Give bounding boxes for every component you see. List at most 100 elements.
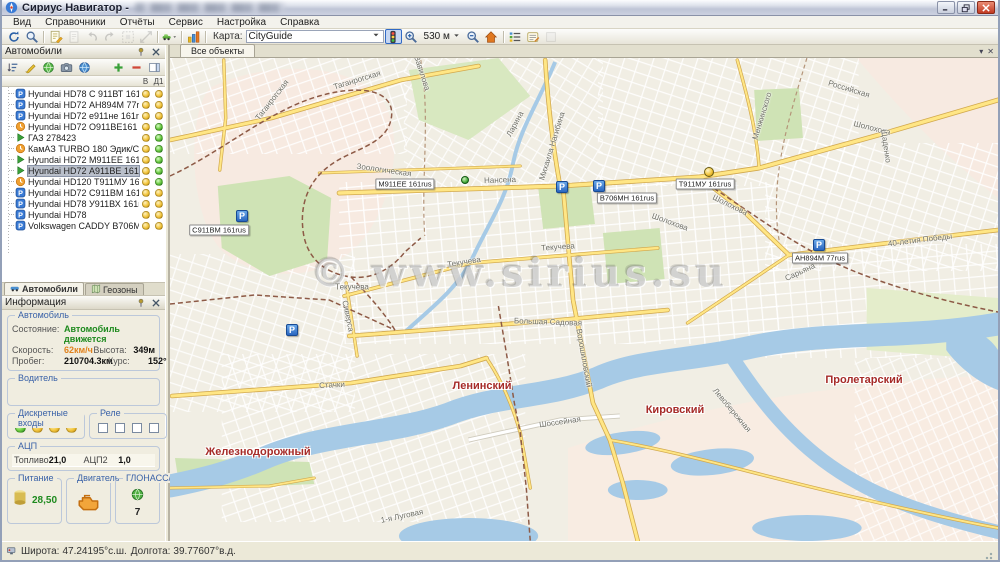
- map-canvas[interactable]: © www.sirius.su ТаганрогскаяТаганрогская…: [170, 58, 998, 541]
- vehicle-row[interactable]: PHyundai HD72 АН894М 77rus: [2, 99, 165, 110]
- close-button[interactable]: [977, 1, 995, 14]
- chevron-down-icon: [371, 30, 381, 43]
- vehicle-row[interactable]: PVolkswagen CADDY В706МН 161rus: [2, 220, 165, 231]
- traffic-light-icon[interactable]: [385, 29, 402, 44]
- pin-icon[interactable]: [135, 297, 147, 308]
- relay-checkbox[interactable]: [115, 423, 125, 433]
- vehicles-panel-title: Автомобили: [5, 46, 62, 57]
- vehicle-state-moving-icon: [15, 132, 26, 143]
- menu-item-сервис[interactable]: Сервис: [162, 17, 210, 28]
- parking-marker-icon[interactable]: P: [556, 181, 568, 193]
- status-dot-v: [142, 112, 150, 120]
- map-source-combobox[interactable]: CityGuide: [246, 30, 384, 43]
- group-title: Питание: [15, 473, 57, 483]
- add-icon[interactable]: [110, 60, 127, 75]
- home-icon[interactable]: [483, 29, 500, 44]
- column-header-v: В: [139, 77, 152, 86]
- speed-label: Скорость:: [12, 345, 64, 355]
- legend-icon[interactable]: [507, 29, 524, 44]
- vehicle-row[interactable]: PHyundai HD78: [2, 209, 165, 220]
- vehicles-column-headers: В Д1: [2, 76, 165, 87]
- minimize-button[interactable]: [937, 1, 955, 14]
- vehicle-row[interactable]: Hyundai HD72 А911ВЕ 161rus: [2, 165, 165, 176]
- vehicle-row[interactable]: ГАЗ 278423: [2, 132, 165, 143]
- status-dot-v: [142, 123, 150, 131]
- engine-icon: [76, 491, 102, 516]
- page-edit-icon[interactable]: [47, 29, 64, 44]
- relay-checkbox[interactable]: [98, 423, 108, 433]
- parking-marker-icon[interactable]: P: [593, 180, 605, 192]
- info-panel-header: Информация: [2, 296, 165, 310]
- search-icon[interactable]: [23, 29, 40, 44]
- remove-icon[interactable]: [128, 60, 145, 75]
- tab-dropdown-icon[interactable]: ▾: [979, 48, 983, 56]
- info-panel: Информация Автомобиль Состояние:Автомоби…: [2, 296, 165, 541]
- status-dot-d1: [155, 156, 163, 164]
- globe-blue-icon[interactable]: [76, 60, 93, 75]
- svg-text:P: P: [18, 111, 23, 120]
- menu-item-отчёты[interactable]: Отчёты: [113, 17, 162, 28]
- zoom-out-icon[interactable]: [465, 29, 482, 44]
- vehicle-marker-yellow-icon[interactable]: [704, 167, 714, 177]
- svg-text:P: P: [18, 210, 23, 219]
- parking-marker-icon[interactable]: P: [236, 210, 248, 222]
- left-dock-tabs: АвтомобилиГеозоны: [2, 283, 165, 296]
- status-dot-v: [142, 145, 150, 153]
- notes-icon[interactable]: [525, 29, 542, 44]
- vehicle-row[interactable]: КамАЗ TURBO 180 Эдик/С911ЕС 61rus: [2, 143, 165, 154]
- vehicle-row[interactable]: PHyundai HD72 е911не 161rus: [2, 110, 165, 121]
- camera-icon[interactable]: [58, 60, 75, 75]
- car-icon[interactable]: [161, 29, 178, 44]
- group-title: АЦП: [15, 441, 40, 451]
- close-panel-icon[interactable]: [150, 46, 162, 57]
- group-title: Автомобиль: [15, 310, 72, 320]
- altitude-value: 349м: [133, 345, 155, 355]
- latitude-label: Широта:: [21, 546, 59, 557]
- menu-item-справка[interactable]: Справка: [273, 17, 326, 28]
- menu-item-вид[interactable]: Вид: [6, 17, 38, 28]
- tree-branch: [9, 126, 14, 127]
- status-dot-d1: [155, 134, 163, 142]
- dock-tab-active[interactable]: Автомобили: [4, 282, 84, 295]
- titlebar: Сириус Навигатор -: [2, 0, 998, 16]
- map-tab-all-objects[interactable]: Все объекты: [180, 44, 255, 57]
- tree-branch: [9, 104, 14, 105]
- vehicle-list[interactable]: PHyundai HD78 С 911ВТ 161rusPHyundai HD7…: [2, 87, 165, 282]
- tab-close-icon[interactable]: ✕: [987, 48, 994, 56]
- vehicle-row[interactable]: Hyundai HD72 М911ЕЕ 161rus: [2, 154, 165, 165]
- menu-item-справочники[interactable]: Справочники: [38, 17, 113, 28]
- menu-item-настройка[interactable]: Настройка: [210, 17, 273, 28]
- vehicle-row[interactable]: PHyundai HD78 У911ВХ 161rus: [2, 198, 165, 209]
- chart-icon[interactable]: [185, 29, 202, 44]
- info-panel-title: Информация: [5, 297, 66, 308]
- layout-icon[interactable]: [146, 60, 163, 75]
- paint-icon[interactable]: [22, 60, 39, 75]
- refresh-icon[interactable]: [5, 29, 22, 44]
- resize-grip[interactable]: [982, 549, 994, 561]
- vehicle-label: Hyundai HD72 М911ЕЕ 161rus: [28, 155, 139, 165]
- parking-marker-icon[interactable]: P: [813, 239, 825, 251]
- dock-tab-inactive[interactable]: Геозоны: [85, 283, 144, 295]
- zoom-in-icon[interactable]: [403, 29, 420, 44]
- pin-icon[interactable]: [135, 46, 147, 57]
- vehicle-row[interactable]: Hyundai HD120 Т911МУ 161rus: [2, 176, 165, 187]
- relay-checkbox[interactable]: [149, 423, 159, 433]
- toolbar-separator: [43, 31, 44, 43]
- restore-button[interactable]: [957, 1, 975, 14]
- svg-text:P: P: [18, 199, 23, 208]
- globe-green-icon[interactable]: [40, 60, 57, 75]
- map-scale-selector[interactable]: 530 м: [421, 31, 464, 43]
- parking-marker-icon[interactable]: P: [286, 324, 298, 336]
- speed-value: 62км/ч: [64, 345, 93, 355]
- relay-checkbox[interactable]: [132, 423, 142, 433]
- vehicle-row[interactable]: PHyundai HD72 С911ВМ 161rus: [2, 187, 165, 198]
- box-icon: [543, 29, 560, 44]
- close-panel-icon[interactable]: [150, 297, 162, 308]
- power-value: 28,50: [32, 495, 57, 506]
- vehicle-row[interactable]: PHyundai HD78 С 911ВТ 161rus: [2, 88, 165, 99]
- geozones-tab-icon: [91, 284, 101, 296]
- sort-icon[interactable]: [4, 60, 21, 75]
- vehicle-marker-green-icon[interactable]: [461, 176, 469, 184]
- vehicle-row[interactable]: Hyundai HD72 О911ВЕ161: [2, 121, 165, 132]
- group-title: Реле: [97, 408, 124, 418]
